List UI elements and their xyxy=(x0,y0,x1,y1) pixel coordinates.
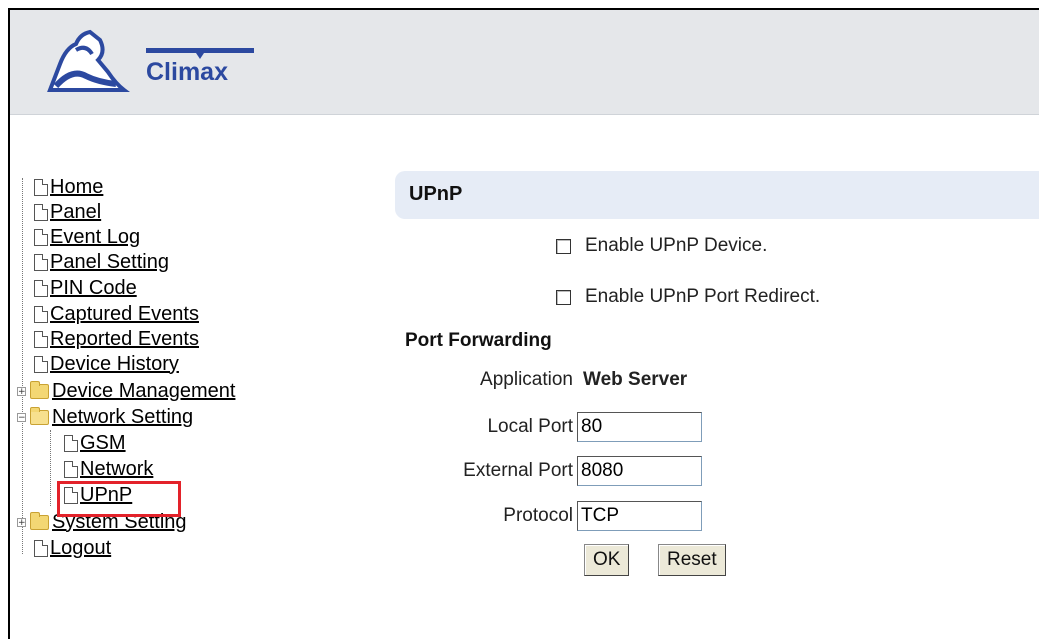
sidebar-item-label[interactable]: Device History xyxy=(50,353,179,376)
sidebar-item-label[interactable]: Home xyxy=(50,176,103,199)
folder-icon xyxy=(30,511,49,530)
sidebar-item-device-management[interactable]: + Device Management xyxy=(17,378,235,404)
page-icon xyxy=(34,539,48,557)
external-port-input[interactable] xyxy=(577,456,702,486)
sidebar-item-label[interactable]: Logout xyxy=(50,537,111,560)
sidebar-item-label[interactable]: Reported Events xyxy=(50,328,199,351)
climax-logo: Climax xyxy=(46,24,276,104)
enable-upnp-device-row[interactable]: Enable UPnP Device. xyxy=(556,233,767,259)
logo-text: Climax xyxy=(146,58,228,86)
sidebar-item-label[interactable]: Panel Setting xyxy=(50,251,169,274)
highlight-box xyxy=(57,481,181,517)
port-forwarding-heading: Port Forwarding xyxy=(405,330,552,351)
sidebar-item-label[interactable]: Device Management xyxy=(52,380,235,403)
sidebar-item-panel-setting[interactable]: Panel Setting xyxy=(34,249,169,275)
page-icon xyxy=(34,228,48,246)
ok-button[interactable]: OK xyxy=(584,544,630,576)
application-label: Application xyxy=(480,369,573,390)
folder-icon xyxy=(30,380,49,399)
sidebar-item-pin-code[interactable]: PIN Code xyxy=(34,275,137,301)
page-icon xyxy=(34,305,48,323)
sidebar-item-device-history[interactable]: Device History xyxy=(34,351,179,377)
sidebar-item-label[interactable]: Event Log xyxy=(50,226,140,249)
page-icon xyxy=(34,178,48,196)
expand-icon[interactable]: + xyxy=(17,517,26,527)
sidebar-item-label[interactable]: Panel xyxy=(50,201,101,224)
page-icon xyxy=(34,355,48,373)
sidebar-item-reported-events[interactable]: Reported Events xyxy=(34,326,199,352)
page-icon xyxy=(34,330,48,348)
enable-port-redirect-checkbox[interactable] xyxy=(556,289,571,305)
expand-icon[interactable]: + xyxy=(17,386,26,396)
protocol-input[interactable] xyxy=(577,501,702,531)
page-icon xyxy=(34,203,48,221)
sidebar-item-event-log[interactable]: Event Log xyxy=(34,224,140,250)
enable-port-redirect-label: Enable UPnP Port Redirect. xyxy=(585,286,821,307)
page-title: UPnP xyxy=(409,183,463,205)
sidebar-item-label[interactable]: PIN Code xyxy=(50,277,137,300)
enable-upnp-device-label: Enable UPnP Device. xyxy=(585,235,768,256)
enable-upnp-device-checkbox[interactable] xyxy=(556,238,571,254)
local-port-input[interactable] xyxy=(577,412,702,442)
reset-button[interactable]: Reset xyxy=(658,544,726,576)
sidebar-item-panel[interactable]: Panel xyxy=(34,199,101,225)
sidebar-item-label[interactable]: Network Setting xyxy=(52,406,193,429)
sidebar-item-label[interactable]: GSM xyxy=(80,432,126,455)
sidebar-item-network-setting[interactable]: − Network Setting xyxy=(17,404,193,430)
sidebar-item-label[interactable]: Captured Events xyxy=(50,303,199,326)
header-banner: Climax xyxy=(10,10,1039,115)
local-port-label: Local Port xyxy=(487,416,573,437)
title-bar: UPnP xyxy=(395,171,1039,219)
enable-port-redirect-row[interactable]: Enable UPnP Port Redirect. xyxy=(556,284,820,310)
sidebar-item-gsm[interactable]: GSM xyxy=(64,430,126,456)
sidebar-item-captured-events[interactable]: Captured Events xyxy=(34,301,199,327)
application-value: Web Server xyxy=(583,369,688,390)
page-icon xyxy=(64,434,78,452)
sidebar-item-home[interactable]: Home xyxy=(34,174,103,200)
protocol-label: Protocol xyxy=(503,505,573,526)
external-port-label: External Port xyxy=(463,460,573,481)
open-folder-icon xyxy=(30,406,49,425)
page-icon xyxy=(64,460,78,478)
sidebar-item-label[interactable]: Network xyxy=(80,458,153,481)
sidebar-item-logout[interactable]: Logout xyxy=(34,535,111,561)
page-icon xyxy=(34,279,48,297)
collapse-icon[interactable]: − xyxy=(17,412,26,422)
page-icon xyxy=(34,253,48,271)
sidebar-item-network[interactable]: Network xyxy=(64,456,153,482)
tree-connector xyxy=(50,430,51,506)
sidebar-tree: Home Panel Event Log Panel Setting PIN C… xyxy=(14,172,334,592)
tree-connector xyxy=(22,178,23,554)
